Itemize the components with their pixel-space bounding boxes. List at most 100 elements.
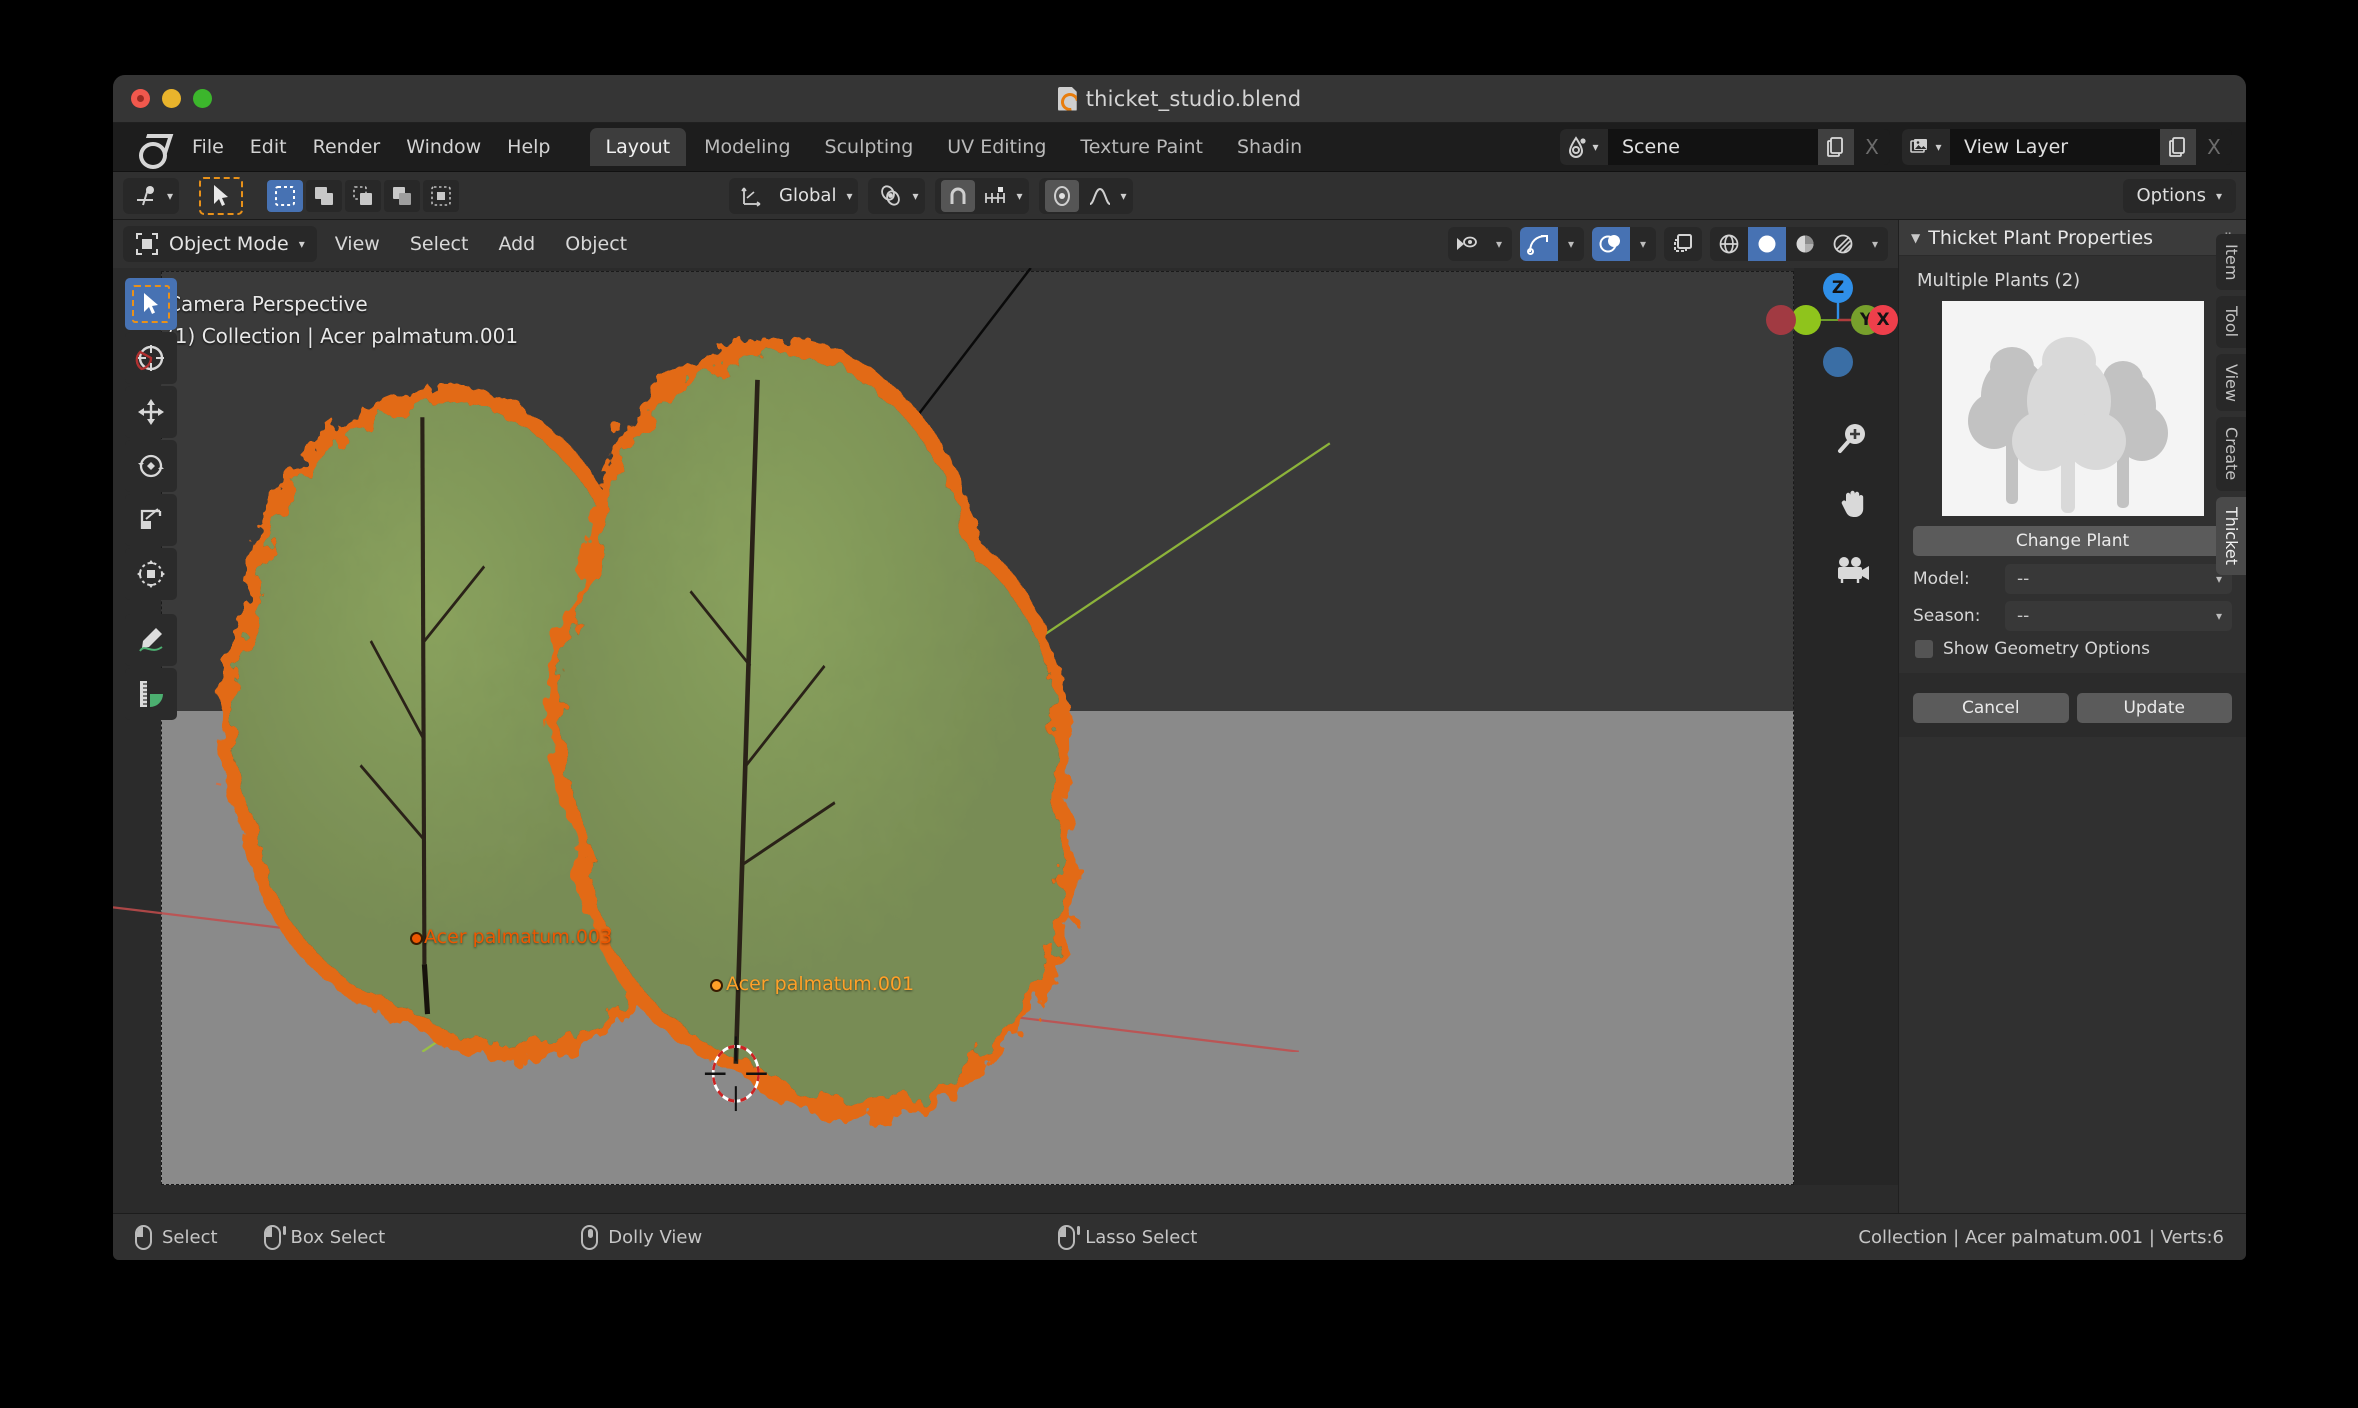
smooth-falloff-icon[interactable]	[1083, 180, 1117, 212]
new-view-layer-button[interactable]	[2160, 129, 2196, 165]
menu-help[interactable]: Help	[494, 130, 563, 164]
gizmo-axis-x[interactable]: X	[1868, 305, 1898, 335]
chevron-down-icon[interactable]: ▾	[1486, 227, 1512, 261]
workspace-tab-layout[interactable]: Layout	[590, 128, 687, 166]
viewport-menu-object[interactable]: Object	[553, 227, 639, 261]
select-cursor-tool-button[interactable]	[199, 177, 243, 215]
workspace-tab-uv-editing[interactable]: UV Editing	[931, 128, 1062, 166]
model-dropdown[interactable]: -- ▾	[2005, 564, 2232, 594]
blender-logo-icon[interactable]	[135, 132, 169, 162]
tool-scale[interactable]	[125, 494, 177, 546]
menu-file[interactable]: File	[179, 130, 237, 164]
object-visibility-icon[interactable]	[1448, 227, 1486, 261]
gizmo-axis-z[interactable]: Z	[1823, 273, 1853, 303]
origin-point-003[interactable]	[410, 932, 423, 945]
change-plant-button[interactable]: Change Plant	[1913, 526, 2232, 556]
pivot-point-dropdown[interactable]: ▾	[868, 178, 924, 214]
show-geometry-options-checkbox[interactable]	[1915, 640, 1933, 658]
viewport-menu-add[interactable]: Add	[486, 227, 547, 261]
sidebar-tab-tool[interactable]: Tool	[2216, 296, 2246, 347]
view-layer-selector[interactable]: ▾ View Layer X	[1902, 129, 2232, 165]
select-mode-extend-button[interactable]	[306, 180, 342, 212]
object-label-acer-palmatum-003[interactable]: Acer palmatum.003	[424, 926, 612, 948]
remove-view-layer-button[interactable]: X	[2196, 129, 2232, 165]
plant-preview-thumbnail[interactable]	[1942, 301, 2204, 516]
tree-objects[interactable]	[113, 268, 1898, 1213]
sidebar-tab-create[interactable]: Create	[2216, 417, 2246, 490]
unlink-scene-button[interactable]: X	[1854, 129, 1890, 165]
tool-tweak-select[interactable]	[125, 278, 177, 330]
select-mode-subtract-button[interactable]	[345, 180, 381, 212]
navigation-gizmo[interactable]: Z Y X	[1792, 274, 1884, 366]
pan-hand-icon[interactable]	[1833, 484, 1873, 524]
active-tool-box[interactable]: ▾	[123, 178, 179, 214]
gizmo-axis-neg-x[interactable]	[1766, 305, 1796, 335]
select-mode-intersect-button[interactable]	[423, 180, 459, 212]
workspace-tab-modeling[interactable]: Modeling	[688, 128, 806, 166]
snapping-group[interactable]: ▾	[935, 178, 1029, 214]
shading-modes-group[interactable]: ▾	[1710, 227, 1888, 261]
tool-rotate[interactable]	[125, 440, 177, 492]
mouse-left-drag-icon	[264, 1225, 281, 1250]
scene-selector[interactable]: ▾ Scene X	[1560, 129, 1890, 165]
viewport-menu-select[interactable]: Select	[398, 227, 481, 261]
scene-name-field[interactable]: Scene	[1608, 129, 1818, 165]
tool-annotate[interactable]	[125, 614, 177, 666]
show-geometry-options-row[interactable]: Show Geometry Options	[1915, 639, 2232, 659]
object-label-acer-palmatum-001[interactable]: Acer palmatum.001	[726, 973, 914, 995]
shading-solid-icon[interactable]	[1748, 227, 1786, 261]
gizmo-icon[interactable]	[1520, 227, 1558, 261]
window-title: thicket_studio.blend	[113, 87, 2246, 111]
3d-viewport[interactable]: Camera Perspective (1) Collection | Acer…	[113, 268, 1898, 1213]
select-mode-set-button[interactable]	[267, 180, 303, 212]
viewport-display-controls: ▾ ▾	[1448, 227, 1888, 261]
viewport-menu-view[interactable]: View	[323, 227, 392, 261]
gizmo-group[interactable]: ▾	[1520, 227, 1584, 261]
xray-group[interactable]	[1664, 227, 1702, 261]
proportional-edit-icon[interactable]	[1045, 180, 1079, 212]
season-dropdown[interactable]: -- ▾	[2005, 601, 2232, 631]
cancel-button[interactable]: Cancel	[1913, 693, 2069, 723]
origin-point-001[interactable]	[710, 979, 723, 992]
topbar-right-controls: ▾ Scene X	[1560, 129, 2238, 165]
chevron-down-icon[interactable]: ▾	[1558, 227, 1584, 261]
snap-target-icon[interactable]	[979, 180, 1013, 212]
xray-icon[interactable]	[1664, 227, 1702, 261]
chevron-down-icon[interactable]: ▾	[1862, 227, 1888, 261]
sidebar-tab-item[interactable]: Item	[2216, 234, 2246, 290]
sidebar-tab-thicket[interactable]: Thicket	[2216, 497, 2246, 575]
triangle-down-icon[interactable]: ▼	[1911, 231, 1920, 245]
snap-magnet-icon[interactable]	[941, 180, 975, 212]
tweak-tool-icon[interactable]	[129, 180, 163, 212]
view-layer-name-field[interactable]: View Layer	[1950, 129, 2160, 165]
update-button[interactable]: Update	[2077, 693, 2233, 723]
chevron-down-icon[interactable]: ▾	[1630, 227, 1656, 261]
transform-orientation-dropdown[interactable]: Global ▾	[729, 178, 858, 214]
visibility-group[interactable]: ▾	[1448, 227, 1512, 261]
tool-transform[interactable]	[125, 548, 177, 600]
camera-view-icon[interactable]	[1833, 550, 1873, 590]
new-scene-button[interactable]	[1818, 129, 1854, 165]
shading-rendered-icon[interactable]	[1824, 227, 1862, 261]
overlays-icon[interactable]	[1592, 227, 1630, 261]
gizmo-axis-neg-z[interactable]	[1823, 347, 1853, 377]
overlays-group[interactable]: ▾	[1592, 227, 1656, 261]
menu-window[interactable]: Window	[393, 130, 494, 164]
shading-wireframe-icon[interactable]	[1710, 227, 1748, 261]
workspace-tab-sculpting[interactable]: Sculpting	[809, 128, 930, 166]
proportional-editing-group[interactable]: ▾	[1039, 178, 1133, 214]
menu-edit[interactable]: Edit	[237, 130, 300, 164]
tool-cursor[interactable]	[125, 332, 177, 384]
sidebar-tab-view[interactable]: View	[2216, 354, 2246, 412]
workspace-tab-shading[interactable]: Shadin	[1221, 128, 1306, 166]
thicket-panel-header[interactable]: ▼ Thicket Plant Properties ⣿	[1899, 220, 2246, 256]
tool-move[interactable]	[125, 386, 177, 438]
zoom-icon[interactable]	[1833, 418, 1873, 458]
shading-material-icon[interactable]	[1786, 227, 1824, 261]
workspace-tab-texture-paint[interactable]: Texture Paint	[1064, 128, 1219, 166]
options-dropdown-button[interactable]: Options ▾	[2123, 179, 2236, 213]
object-mode-selector[interactable]: Object Mode ▾	[123, 226, 317, 262]
select-mode-invert-button[interactable]	[384, 180, 420, 212]
menu-render[interactable]: Render	[300, 130, 394, 164]
tool-measure[interactable]	[125, 668, 177, 720]
